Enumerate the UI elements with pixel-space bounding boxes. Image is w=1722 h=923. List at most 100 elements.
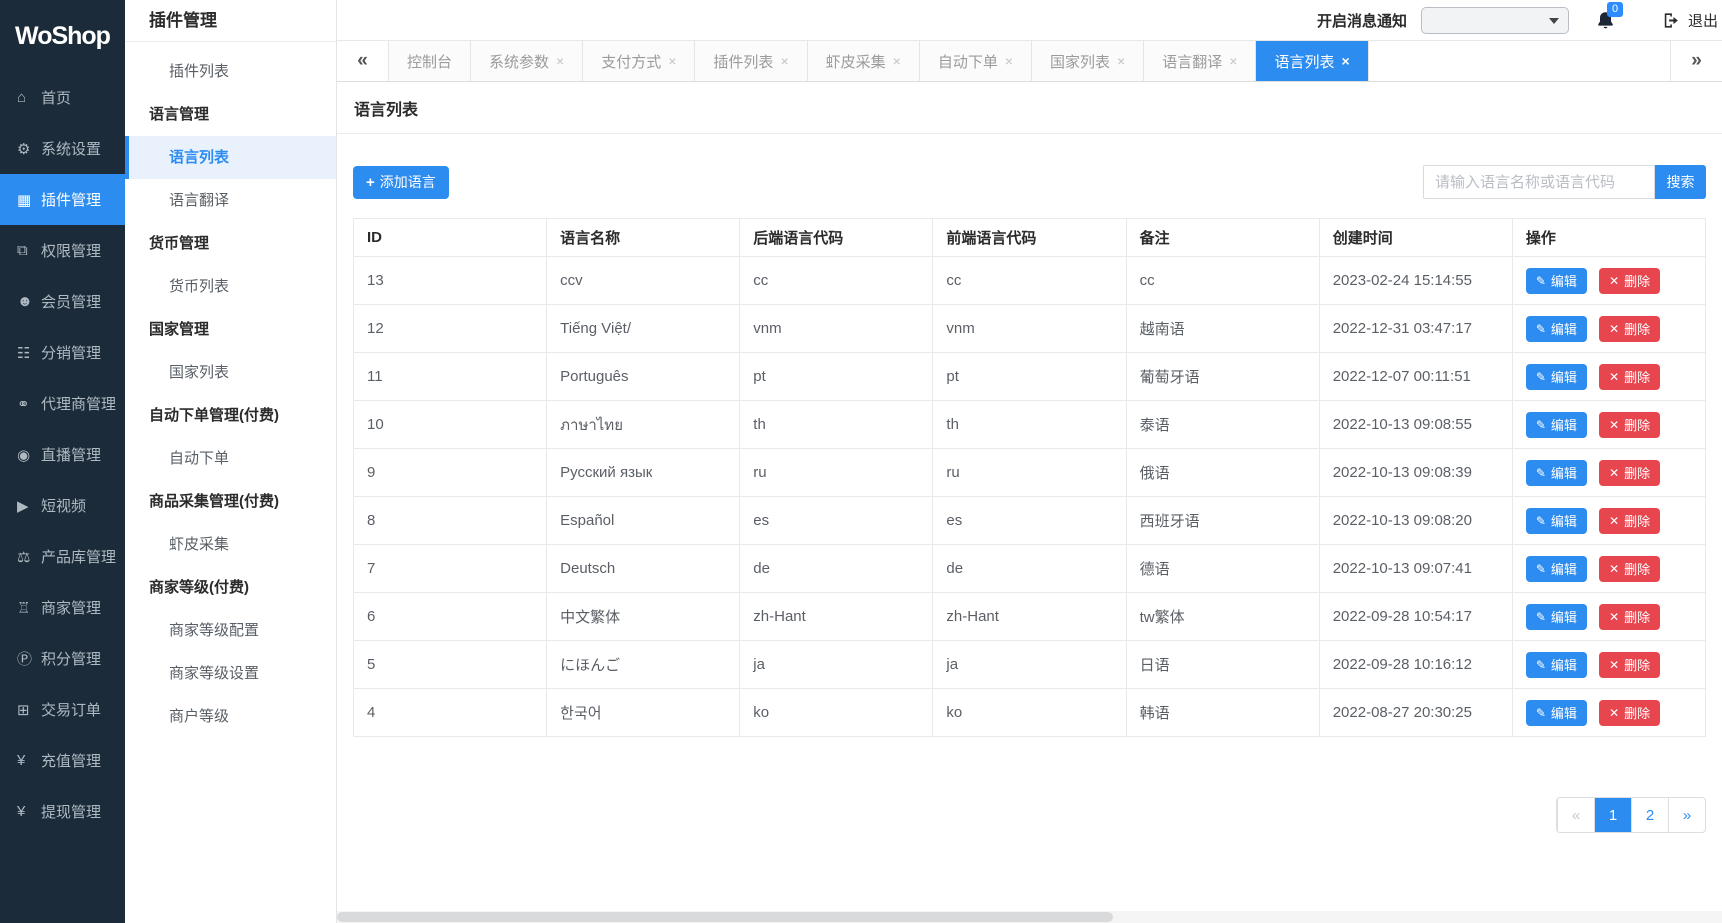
sidebar-item-short-video[interactable]: ▶ 短视频 [0, 480, 125, 531]
notify-select[interactable] [1421, 7, 1569, 34]
tab-close-icon[interactable]: × [1005, 53, 1013, 69]
sidebar-item-members[interactable]: ☻ 会员管理 [0, 276, 125, 327]
horizontal-scrollbar-thumb[interactable] [337, 912, 1113, 922]
delete-button[interactable]: ✕ 删除 [1599, 604, 1660, 630]
tab-console[interactable]: 控制台 [389, 41, 471, 81]
tab-country-list[interactable]: 国家列表 × [1032, 41, 1144, 81]
sidebar-item-product-library[interactable]: ⚖ 产品库管理 [0, 531, 125, 582]
cell-created-time: 2022-10-13 09:07:41 [1319, 545, 1512, 593]
tabs-scroll-right-button[interactable]: » [1670, 41, 1722, 81]
delete-button[interactable]: ✕ 删除 [1599, 508, 1660, 534]
tab-close-icon[interactable]: × [780, 53, 788, 69]
tab-close-icon[interactable]: × [893, 53, 901, 69]
sidebar-item-permission[interactable]: ⧉ 权限管理 [0, 225, 125, 276]
submenu-item-label: 插件列表 [169, 63, 229, 80]
delete-button[interactable]: ✕ 删除 [1599, 316, 1660, 342]
sidebar-item-system-settings[interactable]: ⚙ 系统设置 [0, 123, 125, 174]
next-page-button[interactable]: » [1668, 798, 1705, 832]
notification-bell-button[interactable]: 0 [1595, 10, 1616, 31]
sidebar-item-merchants[interactable]: ♖ 商家管理 [0, 582, 125, 633]
submenu-section-language[interactable]: 语言管理 [125, 93, 336, 136]
logout-button[interactable]: 退出 [1662, 10, 1718, 31]
submenu-item-currency-list[interactable]: 货币列表 [125, 265, 336, 308]
submenu-item-merchant-grade[interactable]: 商户等级 [125, 695, 336, 738]
tab-shopee-collection[interactable]: 虾皮采集 × [808, 41, 920, 81]
delete-button[interactable]: ✕ 删除 [1599, 460, 1660, 486]
submenu-item-shopee-collection[interactable]: 虾皮采集 [125, 523, 336, 566]
cell-remark: tw繁体 [1126, 593, 1319, 641]
search-button[interactable]: 搜索 [1655, 165, 1706, 199]
edit-button[interactable]: ✎ 编辑 [1526, 604, 1587, 630]
page-2-button[interactable]: 2 [1631, 798, 1668, 832]
tab-close-icon[interactable]: × [1341, 53, 1349, 69]
sidebar-item-agents[interactable]: ⚭ 代理商管理 [0, 378, 125, 429]
sidebar-item-orders[interactable]: ⊞ 交易订单 [0, 684, 125, 735]
submenu-item-language-list[interactable]: 语言列表 [125, 136, 336, 179]
sidebar-item-distribution[interactable]: ☷ 分销管理 [0, 327, 125, 378]
edit-label: 编辑 [1551, 463, 1577, 482]
secondary-sidebar: 插件管理 插件列表 语言管理 语言列表 语言翻译 货币管理 货币列表 国家管理 [125, 0, 337, 923]
delete-button[interactable]: ✕ 删除 [1599, 556, 1660, 582]
cell-remark: 越南语 [1126, 305, 1319, 353]
sidebar-item-recharge[interactable]: ¥ 充值管理 [0, 735, 125, 786]
woshop-logo[interactable]: WoShop [0, 0, 125, 72]
delete-button[interactable]: ✕ 删除 [1599, 364, 1660, 390]
delete-icon: ✕ [1609, 274, 1619, 288]
delete-label: 删除 [1624, 511, 1650, 530]
tabs-scroll-left-button[interactable]: « [337, 41, 389, 81]
add-language-button[interactable]: + 添加语言 [353, 166, 449, 199]
cell-created-time: 2022-12-07 00:11:51 [1319, 353, 1512, 401]
sidebar-item-label: 首页 [41, 87, 71, 108]
sidebar-item-plugin-management[interactable]: ▦ 插件管理 [0, 174, 125, 225]
sidebar-item-points[interactable]: Ⓟ 积分管理 [0, 633, 125, 684]
tab-close-icon[interactable]: × [1229, 53, 1237, 69]
tab-auto-order[interactable]: 自动下单 × [920, 41, 1032, 81]
tab-close-icon[interactable]: × [1117, 53, 1125, 69]
sidebar-item-home[interactable]: ⌂ 首页 [0, 72, 125, 123]
sidebar-item-live[interactable]: ◉ 直播管理 [0, 429, 125, 480]
delete-icon: ✕ [1609, 466, 1619, 480]
edit-button[interactable]: ✎ 编辑 [1526, 316, 1587, 342]
edit-button[interactable]: ✎ 编辑 [1526, 700, 1587, 726]
sidebar-item-label: 商家管理 [41, 597, 101, 618]
submenu-item-merchant-level-setting[interactable]: 商家等级设置 [125, 652, 336, 695]
search-input[interactable] [1423, 165, 1655, 199]
edit-button[interactable]: ✎ 编辑 [1526, 364, 1587, 390]
submenu-item-merchant-level-config[interactable]: 商家等级配置 [125, 609, 336, 652]
submenu-section-merchant-level[interactable]: 商家等级(付费) [125, 566, 336, 609]
submenu-section-country[interactable]: 国家管理 [125, 308, 336, 351]
tab-language-list[interactable]: 语言列表 × [1256, 41, 1368, 81]
submenu-section-auto-order[interactable]: 自动下单管理(付费) [125, 394, 336, 437]
submenu-item-country-list[interactable]: 国家列表 [125, 351, 336, 394]
submenu-section-currency[interactable]: 货币管理 [125, 222, 336, 265]
sidebar-item-withdraw[interactable]: ¥ 提现管理 [0, 786, 125, 837]
tab-system-params[interactable]: 系统参数 × [471, 41, 583, 81]
edit-button[interactable]: ✎ 编辑 [1526, 412, 1587, 438]
delete-button[interactable]: ✕ 删除 [1599, 412, 1660, 438]
cell-created-time: 2022-09-28 10:16:12 [1319, 641, 1512, 689]
submenu-item-plugin-list[interactable]: 插件列表 [125, 50, 336, 93]
edit-button[interactable]: ✎ 编辑 [1526, 268, 1587, 294]
delete-button[interactable]: ✕ 删除 [1599, 700, 1660, 726]
prev-page-button[interactable]: « [1557, 798, 1594, 832]
tab-close-icon[interactable]: × [556, 53, 564, 69]
edit-button[interactable]: ✎ 编辑 [1526, 508, 1587, 534]
edit-button[interactable]: ✎ 编辑 [1526, 652, 1587, 678]
table-row: 13 ccv cc cc cc 2023-02-24 15:14:55 ✎ 编辑 [354, 257, 1706, 305]
submenu-item-label: 商户等级 [169, 708, 229, 725]
edit-button[interactable]: ✎ 编辑 [1526, 556, 1587, 582]
tab-close-icon[interactable]: × [668, 53, 676, 69]
tab-payment-methods[interactable]: 支付方式 × [583, 41, 695, 81]
page-1-button[interactable]: 1 [1594, 798, 1631, 832]
submenu-item-auto-order[interactable]: 自动下单 [125, 437, 336, 480]
edit-button[interactable]: ✎ 编辑 [1526, 460, 1587, 486]
horizontal-scrollbar[interactable] [337, 911, 1722, 923]
delete-button[interactable]: ✕ 删除 [1599, 652, 1660, 678]
tab-language-translate[interactable]: 语言翻译 × [1144, 41, 1256, 81]
submenu-item-language-translate[interactable]: 语言翻译 [125, 179, 336, 222]
delete-icon: ✕ [1609, 322, 1619, 336]
pagination: «12» [1556, 797, 1706, 833]
delete-button[interactable]: ✕ 删除 [1599, 268, 1660, 294]
tab-plugin-list[interactable]: 插件列表 × [695, 41, 807, 81]
submenu-section-product-collection[interactable]: 商品采集管理(付费) [125, 480, 336, 523]
